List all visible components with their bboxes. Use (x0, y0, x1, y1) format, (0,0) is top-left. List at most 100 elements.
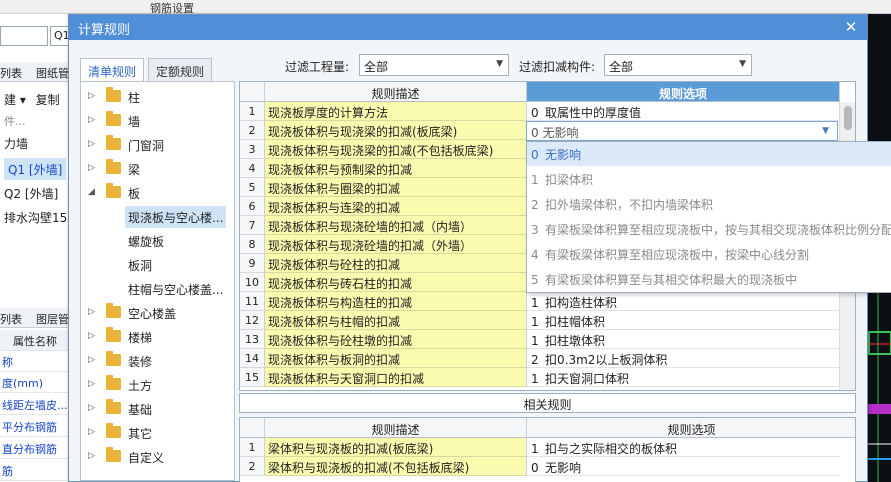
rule-option-item[interactable]: 1 扣梁体积 (527, 167, 891, 191)
floor-combo[interactable] (0, 26, 48, 46)
expand-arrow-icon[interactable]: ▷ (88, 427, 95, 437)
bg-tab-drawing[interactable]: 图纸管 (36, 65, 69, 81)
tree-node-hollow-floor[interactable]: ▷ 空心楼盖 (81, 302, 231, 324)
property-axis-distance: 线距左墙皮... (0, 394, 69, 415)
copy-button[interactable]: 复制 (36, 93, 60, 107)
rules-header-opt[interactable]: 规则选项 (527, 82, 840, 102)
rules-row-description[interactable]: 现浇板体积与砖石柱的扣减 (265, 273, 527, 292)
new-button[interactable]: 建 (4, 93, 16, 107)
tree-leaf-cast-slab[interactable]: 现浇板与空心楼... (125, 206, 227, 228)
option-code: 1 (531, 442, 539, 456)
rule-option-item[interactable]: 3 有梁板梁体积算至相应现浇板中，按与其相交现浇板体积比例分配 (527, 217, 891, 241)
option-text: 扣0.3m2以上板洞体积 (545, 353, 668, 367)
rule-option-item[interactable]: 4 有梁板梁体积算至相应现浇板中，按梁中心线分割 (527, 242, 891, 266)
rule-option-item[interactable]: 0 无影响 (527, 142, 891, 166)
rule-option-item[interactable]: 5 有梁板梁体积算至与其相交体积最大的现浇板中 (527, 267, 891, 291)
tree-node-beam[interactable]: ▷ 梁 (81, 158, 231, 180)
rules-row[interactable]: 13 现浇板体积与砼柱墩的扣减 1 扣柱墩体积 (240, 330, 840, 349)
rules-row-description[interactable]: 现浇板体积与砼柱的扣减 (265, 254, 527, 273)
related-row-option[interactable]: 1 扣与之实际相交的板体积 (527, 438, 840, 457)
rules-row[interactable]: 15 现浇板体积与天窗洞口的扣减 1 扣天窗洞口体积 (240, 368, 840, 387)
rules-row[interactable]: 14 现浇板体积与板洞的扣减 2 扣0.3m2以上板洞体积 (240, 349, 840, 368)
expand-arrow-icon[interactable]: ▷ (88, 139, 95, 149)
rules-row-option[interactable]: 1 扣柱墩体积 (527, 330, 840, 349)
rules-row-option[interactable]: 0 取属性中的厚度值 (527, 102, 840, 121)
tree-node-custom[interactable]: ▷ 自定义 (81, 446, 231, 468)
bg-item-drain[interactable]: 排水沟壁15 (0, 206, 69, 228)
rule-option-dropdown[interactable]: 0 无影响 ▼ (526, 121, 838, 141)
tree-leaf-spiral-slab[interactable]: 螺旋板 (125, 230, 167, 252)
tree-node-label: 板 (128, 187, 141, 201)
expand-arrow-icon[interactable]: ▷ (88, 307, 95, 317)
expand-arrow-icon[interactable]: ▷ (88, 91, 95, 101)
expand-arrow-icon[interactable]: ▷ (88, 451, 95, 461)
tree-leaf-column-cap[interactable]: 柱帽与空心楼盖... (125, 278, 226, 300)
rules-row-description[interactable]: 现浇板体积与现浇梁的扣减(不包括板底梁) (265, 140, 527, 159)
rules-row-description[interactable]: 现浇板体积与预制梁的扣减 (265, 159, 527, 178)
bg-item-q1[interactable]: Q1 [外墙] (4, 158, 66, 180)
tree-node-decoration[interactable]: ▷ 装修 (81, 350, 231, 372)
rules-row-description[interactable]: 现浇板体积与构造柱的扣减 (265, 292, 527, 311)
rules-row-description[interactable]: 现浇板体积与现浇梁的扣减(板底梁) (265, 121, 527, 140)
tree-node-earthwork[interactable]: ▷ 土方 (81, 374, 231, 396)
rules-row-description[interactable]: 现浇板体积与砼柱墩的扣减 (265, 330, 527, 349)
rules-row-number: 6 (240, 197, 265, 216)
rules-row-description[interactable]: 现浇板厚度的计算方法 (265, 102, 527, 121)
rules-row-description[interactable]: 现浇板体积与天窗洞口的扣减 (265, 368, 527, 387)
tab-quota-rules[interactable]: 定额规则 (148, 58, 213, 81)
element-combo[interactable]: Q1 (50, 26, 69, 46)
rules-row-description[interactable]: 现浇板体积与现浇砼墙的扣减（内墙） (265, 216, 527, 235)
expand-arrow-icon[interactable]: ▷ (88, 163, 95, 173)
expand-arrow-icon[interactable]: ▷ (88, 403, 95, 413)
related-row[interactable]: 2 梁体积与现浇板的扣减(不包括板底梁) 0 无影响 (240, 457, 840, 476)
rules-row-option[interactable]: 2 扣0.3m2以上板洞体积 (527, 349, 840, 368)
related-rules-bar[interactable]: 相关规则 (239, 393, 856, 413)
rules-row-option[interactable]: 1 扣构造柱体积 (527, 292, 840, 311)
bg-item-q2[interactable]: Q2 [外墙] (0, 182, 69, 204)
rules-row-option[interactable]: 1 扣柱帽体积 (527, 311, 840, 330)
tree-node-wall[interactable]: ▷ 墙 (81, 110, 231, 132)
rule-option-item[interactable]: 2 扣外墙梁体积，不扣内墙梁体积 (527, 192, 891, 216)
expand-arrow-icon[interactable]: ▷ (88, 379, 95, 389)
tree-node-label: 其它 (128, 427, 153, 441)
tree-node-column[interactable]: ▷ 柱 (81, 86, 231, 108)
tree-node-stairs[interactable]: ▷ 楼梯 (81, 326, 231, 348)
collapse-arrow-icon[interactable]: ◢ (88, 187, 95, 197)
option-label: 有梁板梁体积算至相应现浇板中，按梁中心线分割 (545, 248, 810, 262)
related-row[interactable]: 1 梁体积与现浇板的扣减(板底梁) 1 扣与之实际相交的板体积 (240, 438, 840, 457)
rules-row-description[interactable]: 现浇板体积与现浇砼墙的扣减（外墙） (265, 235, 527, 254)
tab-bill-rules[interactable]: 清单规则 (80, 58, 145, 82)
rules-row[interactable]: 11 现浇板体积与构造柱的扣减 1 扣构造柱体积 (240, 292, 840, 311)
rules-row-description[interactable]: 现浇板体积与板洞的扣减 (265, 349, 527, 368)
scroll-thumb[interactable] (844, 106, 852, 130)
tree-node-foundation[interactable]: ▷ 基础 (81, 398, 231, 420)
folder-open-icon (106, 183, 121, 198)
filter-quantity-select[interactable]: 全部 ▼ (359, 54, 509, 76)
tree-node-door-window[interactable]: ▷ 门窗洞 (81, 134, 231, 156)
bg-tab-list[interactable]: 列表 (0, 65, 22, 81)
chevron-down-icon: ▼ (822, 126, 829, 136)
rules-row[interactable]: 12 现浇板体积与柱帽的扣减 1 扣柱帽体积 (240, 311, 840, 330)
related-row-description[interactable]: 梁体积与现浇板的扣减(不包括板底梁) (265, 457, 527, 476)
rules-row-description[interactable]: 现浇板体积与柱帽的扣减 (265, 311, 527, 330)
expand-arrow-icon[interactable]: ▷ (88, 115, 95, 125)
tree-node-slab[interactable]: ◢ 板 (81, 182, 231, 204)
filter-member-select[interactable]: 全部 ▼ (604, 54, 752, 76)
bg-tab-list-2[interactable]: 列表 (0, 311, 22, 327)
related-row-number: 1 (240, 438, 265, 457)
expand-arrow-icon[interactable]: ▷ (88, 331, 95, 341)
related-header-desc: 规则描述 (265, 418, 527, 438)
bg-search[interactable]: 件... (0, 110, 69, 132)
bg-toolbar: 建 ▾ 复制 (4, 93, 60, 107)
related-row-option[interactable]: 0 无影响 (527, 457, 840, 476)
related-row-description[interactable]: 梁体积与现浇板的扣减(板底梁) (265, 438, 527, 457)
expand-arrow-icon[interactable]: ▷ (88, 355, 95, 365)
bg-tab-layer[interactable]: 图层管 (36, 311, 69, 327)
close-button[interactable]: ✕ (841, 17, 861, 37)
rules-row-description[interactable]: 现浇板体积与圈梁的扣减 (265, 178, 527, 197)
tree-node-other[interactable]: ▷ 其它 (81, 422, 231, 444)
tree-leaf-slab-hole[interactable]: 板洞 (125, 254, 155, 276)
rules-row-option[interactable]: 1 扣天窗洞口体积 (527, 368, 840, 387)
rules-row-description[interactable]: 现浇板体积与连梁的扣减 (265, 197, 527, 216)
rules-row[interactable]: 1 现浇板厚度的计算方法 0 取属性中的厚度值 (240, 102, 840, 121)
